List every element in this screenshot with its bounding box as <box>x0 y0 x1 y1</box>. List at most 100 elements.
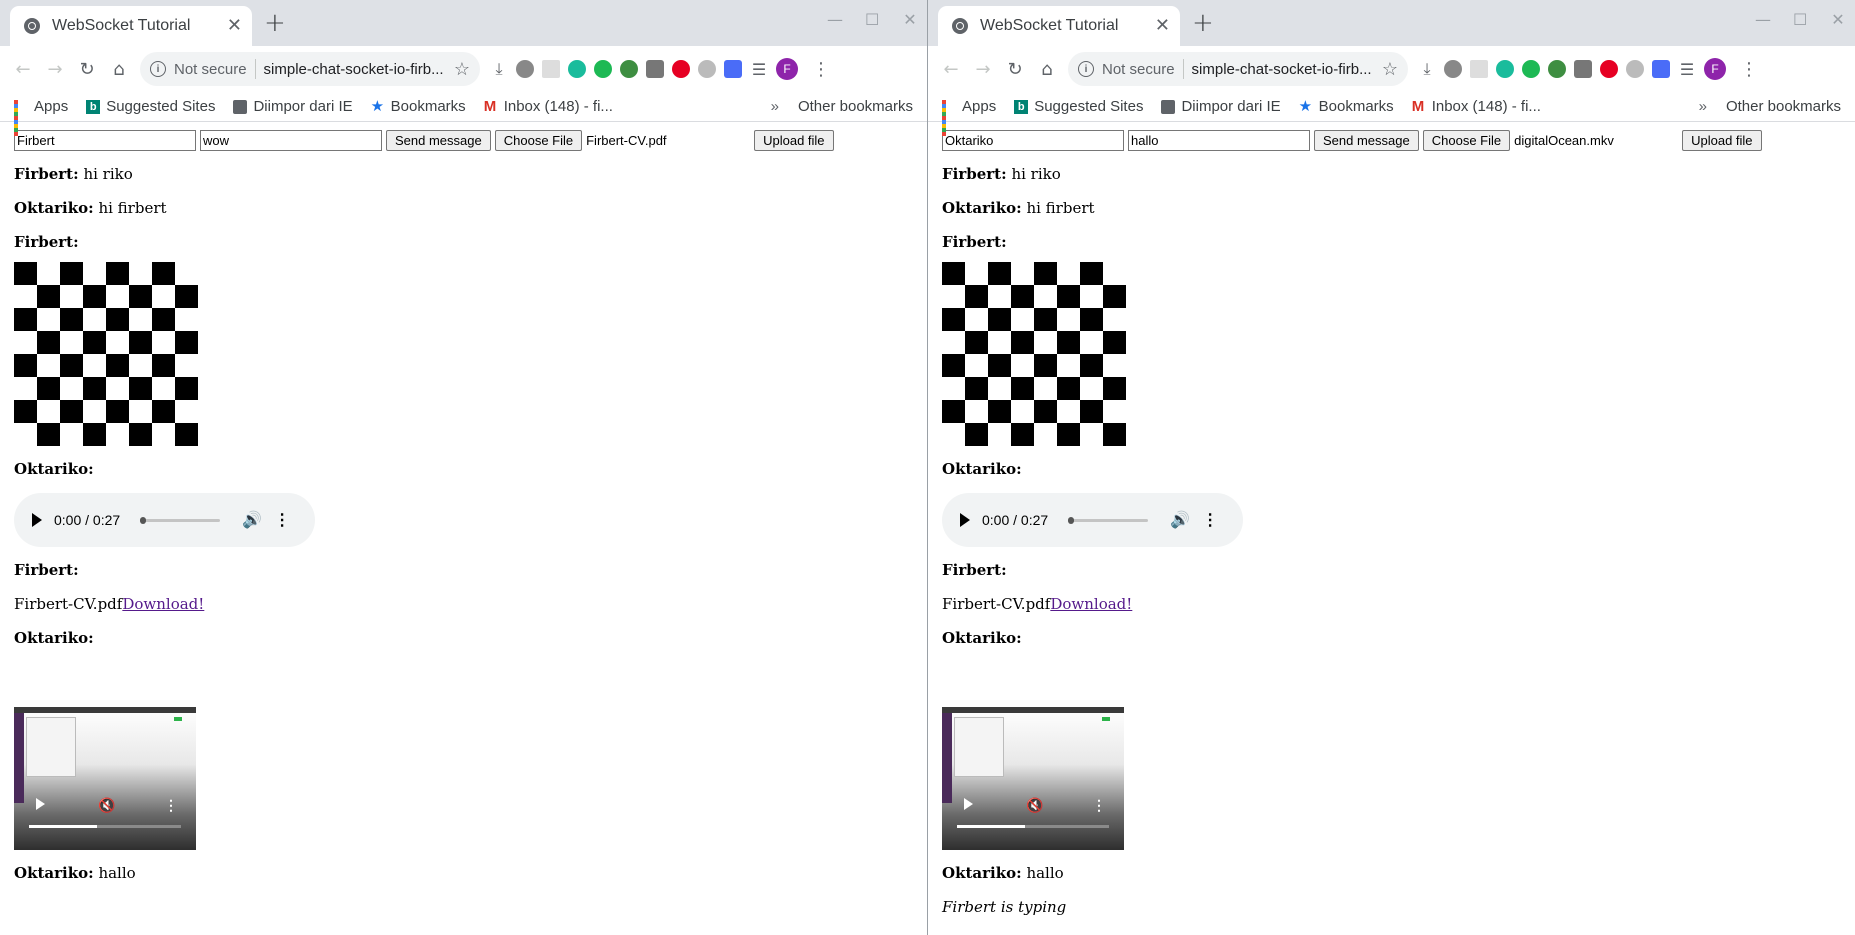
message-input[interactable] <box>200 129 382 151</box>
extension-grid-icon[interactable] <box>542 60 560 78</box>
media-queue-icon[interactable]: ☰ <box>750 60 768 79</box>
maximize-icon[interactable]: ☐ <box>865 10 879 29</box>
menu-kebab-icon[interactable]: ⋮ <box>1740 59 1758 80</box>
forward-icon[interactable]: → <box>968 54 998 84</box>
extension-leaf-icon[interactable] <box>698 60 716 78</box>
address-bar[interactable]: i Not secure simple-chat-socket-io-firb.… <box>1068 52 1408 86</box>
bookmark-inbox[interactable]: M Inbox (148) - fi... <box>484 98 613 115</box>
volume-icon[interactable]: 🔊 <box>242 510 262 530</box>
profile-avatar[interactable]: F <box>776 58 798 80</box>
tab-websocket[interactable]: WebSocket Tutorial ✕ <box>10 6 252 46</box>
pinterest-icon[interactable] <box>672 60 690 78</box>
close-window-icon[interactable]: ✕ <box>903 10 917 29</box>
url-text[interactable]: simple-chat-socket-io-firb... <box>1192 61 1376 78</box>
audio-options-icon[interactable]: ⋮ <box>274 510 290 530</box>
extension-circle-icon[interactable] <box>1444 60 1462 78</box>
close-window-icon[interactable]: ✕ <box>1831 10 1845 29</box>
message-input[interactable] <box>1128 129 1310 151</box>
extension-circle-icon[interactable] <box>516 60 534 78</box>
minimize-icon[interactable]: — <box>827 10 843 29</box>
extension-leaf-icon[interactable] <box>1626 60 1644 78</box>
video-play-icon[interactable] <box>36 798 45 810</box>
info-icon[interactable]: i <box>1078 61 1094 77</box>
back-icon[interactable]: ← <box>936 54 966 84</box>
audio-player[interactable]: 0:00 / 0:27 🔊 ⋮ <box>942 493 1243 547</box>
bookmarks-overflow-icon[interactable]: » <box>771 98 779 115</box>
bookmark-apps[interactable]: Apps <box>942 98 996 136</box>
choose-file-button[interactable]: Choose File <box>1422 129 1511 151</box>
name-input[interactable] <box>942 129 1124 151</box>
profile-avatar[interactable]: F <box>1704 58 1726 80</box>
extension-m-icon[interactable] <box>1496 60 1514 78</box>
menu-kebab-icon[interactable]: ⋮ <box>812 59 830 80</box>
video-progress-slider[interactable] <box>957 825 1109 828</box>
audio-progress-slider[interactable] <box>1068 516 1149 524</box>
download-icon[interactable]: ⤓ <box>1418 59 1436 79</box>
bookmark-other[interactable]: Other bookmarks <box>1720 98 1841 115</box>
video-options-icon[interactable]: ⋮ <box>164 798 178 814</box>
download-link[interactable]: Download! <box>122 595 204 613</box>
bookmark-apps[interactable]: Apps <box>14 98 68 136</box>
bookmark-star-icon[interactable]: ☆ <box>454 59 470 80</box>
extension-video-icon[interactable] <box>724 60 742 78</box>
home-icon[interactable]: ⌂ <box>1032 54 1062 84</box>
video-player[interactable]: 🔇 ⋮ <box>942 707 1124 850</box>
reload-icon[interactable]: ↻ <box>72 54 102 84</box>
volume-icon[interactable]: 🔊 <box>1170 510 1190 530</box>
video-options-icon[interactable]: ⋮ <box>1092 798 1106 814</box>
extension-m-icon[interactable] <box>568 60 586 78</box>
bookmark-star-icon[interactable]: ☆ <box>1382 59 1398 80</box>
maximize-icon[interactable]: ☐ <box>1793 10 1807 29</box>
name-input[interactable] <box>14 129 196 151</box>
bookmark-suggested-sites[interactable]: b Suggested Sites <box>1014 98 1143 115</box>
play-icon[interactable] <box>32 513 42 527</box>
minimize-icon[interactable]: — <box>1755 10 1771 29</box>
extension-green-icon[interactable] <box>1522 60 1540 78</box>
close-tab-icon[interactable]: ✕ <box>1155 17 1170 35</box>
home-icon[interactable]: ⌂ <box>104 54 134 84</box>
extension-globe-icon[interactable] <box>1548 60 1566 78</box>
tab-websocket[interactable]: WebSocket Tutorial ✕ <box>938 6 1180 46</box>
send-message-button[interactable]: Send message <box>386 129 491 151</box>
reload-icon[interactable]: ↻ <box>1000 54 1030 84</box>
video-volume-icon[interactable]: 🔇 <box>1026 798 1043 814</box>
new-tab-icon[interactable]: + <box>1192 9 1214 37</box>
audio-progress-slider[interactable] <box>140 516 221 524</box>
bookmark-bookmarks[interactable]: ★ Bookmarks <box>1299 98 1394 115</box>
video-volume-icon[interactable]: 🔇 <box>98 798 115 814</box>
audio-options-icon[interactable]: ⋮ <box>1202 510 1218 530</box>
video-play-icon[interactable] <box>964 798 973 810</box>
address-bar[interactable]: i Not secure simple-chat-socket-io-firb.… <box>140 52 480 86</box>
bookmark-other[interactable]: Other bookmarks <box>792 98 913 115</box>
extension-video-icon[interactable] <box>1652 60 1670 78</box>
url-text[interactable]: simple-chat-socket-io-firb... <box>264 61 448 78</box>
bookmark-bookmarks[interactable]: ★ Bookmarks <box>371 98 466 115</box>
bookmarks-overflow-icon[interactable]: » <box>1699 98 1707 115</box>
media-queue-icon[interactable]: ☰ <box>1678 60 1696 79</box>
extension-grid-icon[interactable] <box>1470 60 1488 78</box>
back-icon[interactable]: ← <box>8 54 38 84</box>
send-message-button[interactable]: Send message <box>1314 129 1419 151</box>
pinterest-icon[interactable] <box>1600 60 1618 78</box>
bookmark-inbox[interactable]: M Inbox (148) - fi... <box>1412 98 1541 115</box>
bookmark-suggested-sites[interactable]: b Suggested Sites <box>86 98 215 115</box>
bookmark-diimpor[interactable]: Diimpor dari IE <box>1161 98 1281 115</box>
download-link[interactable]: Download! <box>1050 595 1132 613</box>
upload-file-button[interactable]: Upload file <box>1682 129 1762 151</box>
audio-player[interactable]: 0:00 / 0:27 🔊 ⋮ <box>14 493 315 547</box>
info-icon[interactable]: i <box>150 61 166 77</box>
forward-icon[interactable]: → <box>40 54 70 84</box>
new-tab-icon[interactable]: + <box>264 9 286 37</box>
play-icon[interactable] <box>960 513 970 527</box>
close-tab-icon[interactable]: ✕ <box>227 17 242 35</box>
choose-file-button[interactable]: Choose File <box>494 129 583 151</box>
download-icon[interactable]: ⤓ <box>490 59 508 79</box>
video-progress-slider[interactable] <box>29 825 181 828</box>
upload-file-button[interactable]: Upload file <box>754 129 834 151</box>
video-player[interactable]: 🔇 ⋮ <box>14 707 196 850</box>
extension-chat-icon[interactable] <box>646 60 664 78</box>
extension-green-icon[interactable] <box>594 60 612 78</box>
extension-chat-icon[interactable] <box>1574 60 1592 78</box>
bookmark-diimpor[interactable]: Diimpor dari IE <box>233 98 353 115</box>
extension-globe-icon[interactable] <box>620 60 638 78</box>
